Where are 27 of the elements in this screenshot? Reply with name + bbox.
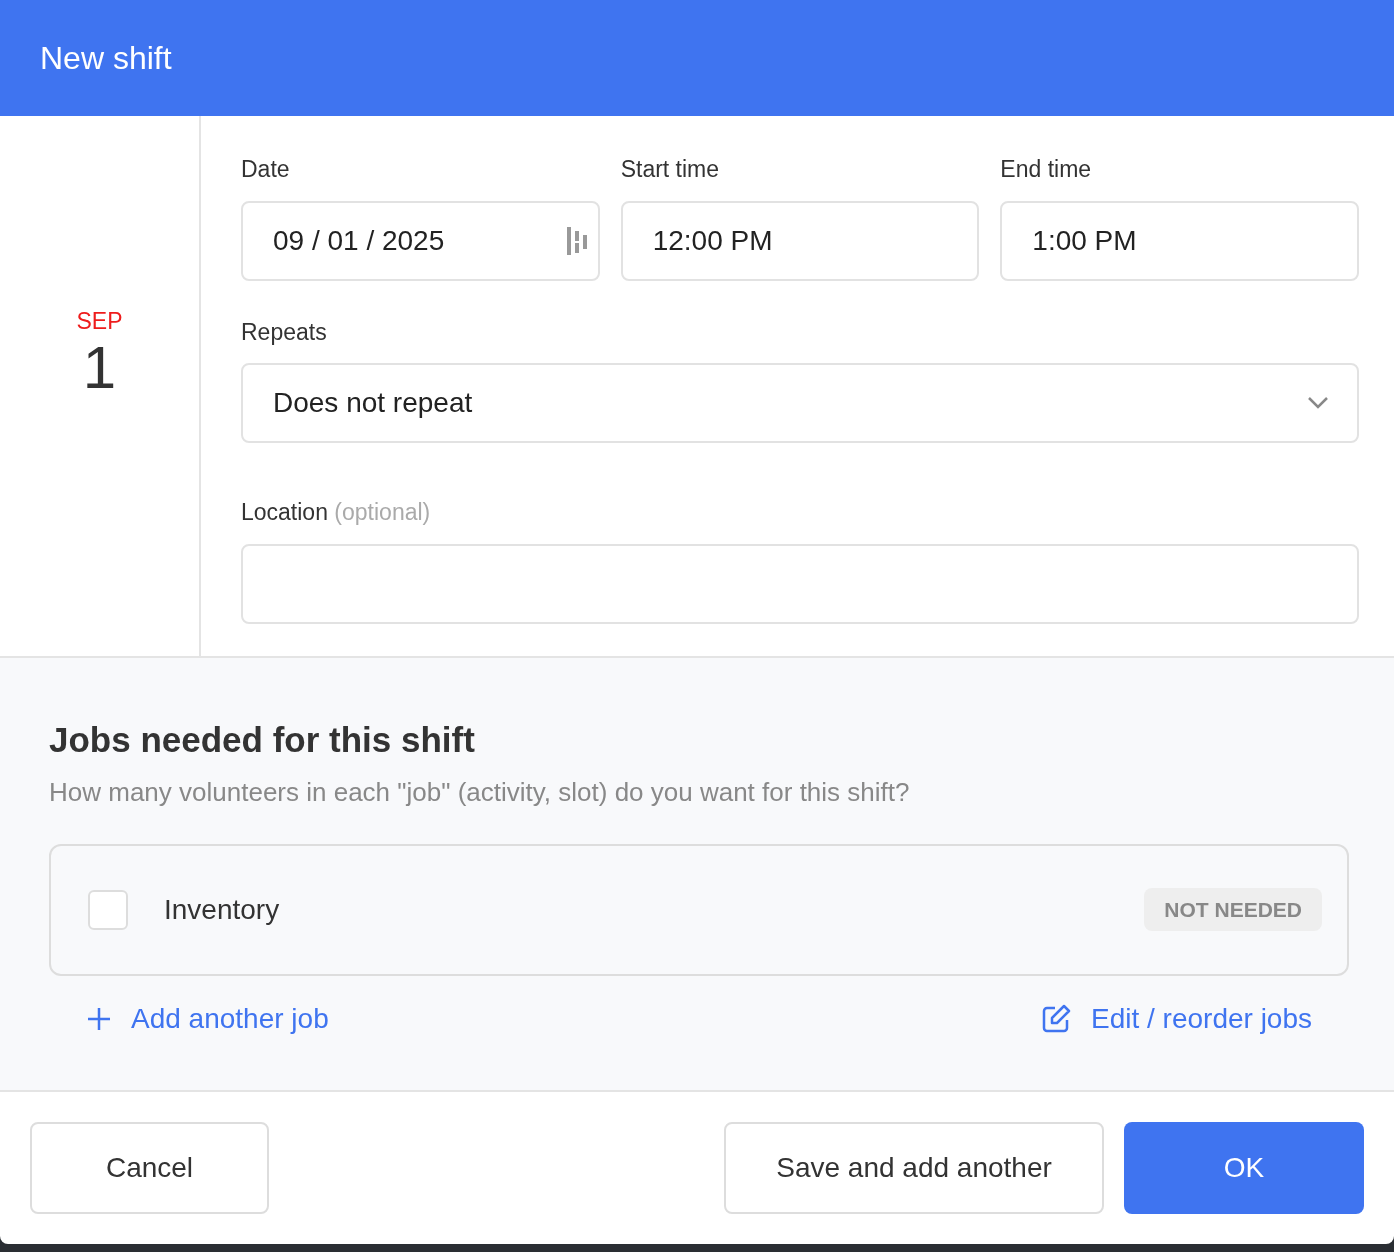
plus-icon — [87, 1006, 111, 1031]
checkbox[interactable] — [88, 889, 128, 930]
job-name: Inventory — [164, 892, 281, 927]
month-label: SEP — [76, 306, 123, 336]
edit-jobs-link[interactable]: Edit / reorder jobs — [1041, 997, 1312, 1040]
edit-icon — [1041, 1003, 1071, 1034]
field-label: Repeats — [241, 317, 328, 347]
chevron-down-icon — [1307, 396, 1329, 410]
ok-button[interactable]: OK — [1124, 1122, 1364, 1214]
date-field[interactable]: 09 / 01 / 2025 — [241, 200, 600, 281]
field-label: Location (optional) — [241, 498, 432, 527]
day-number: 1 — [82, 338, 117, 399]
save-and-add-button[interactable]: Save and add another — [724, 1122, 1104, 1214]
section-subtitle: How many volunteers in each "job" (activity, slot) do you want for this shift? — [49, 775, 911, 809]
section-heading: Jobs needed for this shift — [49, 719, 476, 761]
start-time-field[interactable]: 12:00 PM — [620, 200, 980, 281]
field-label: End time — [1000, 155, 1093, 184]
field-label: Start time — [620, 155, 721, 184]
field-label: Date — [241, 155, 291, 184]
calendar-icon — [565, 225, 590, 256]
location-field[interactable] — [241, 543, 1359, 624]
status-badge: NOT NEEDED — [1144, 887, 1322, 932]
end-time-field[interactable]: 1:00 PM — [1000, 200, 1359, 281]
add-job-link[interactable]: Add another job — [87, 997, 329, 1040]
repeats-dropdown[interactable]: Does not repeat — [241, 363, 1359, 443]
cancel-button[interactable]: Cancel — [30, 1122, 269, 1214]
dialog-title: New shift — [40, 39, 172, 78]
